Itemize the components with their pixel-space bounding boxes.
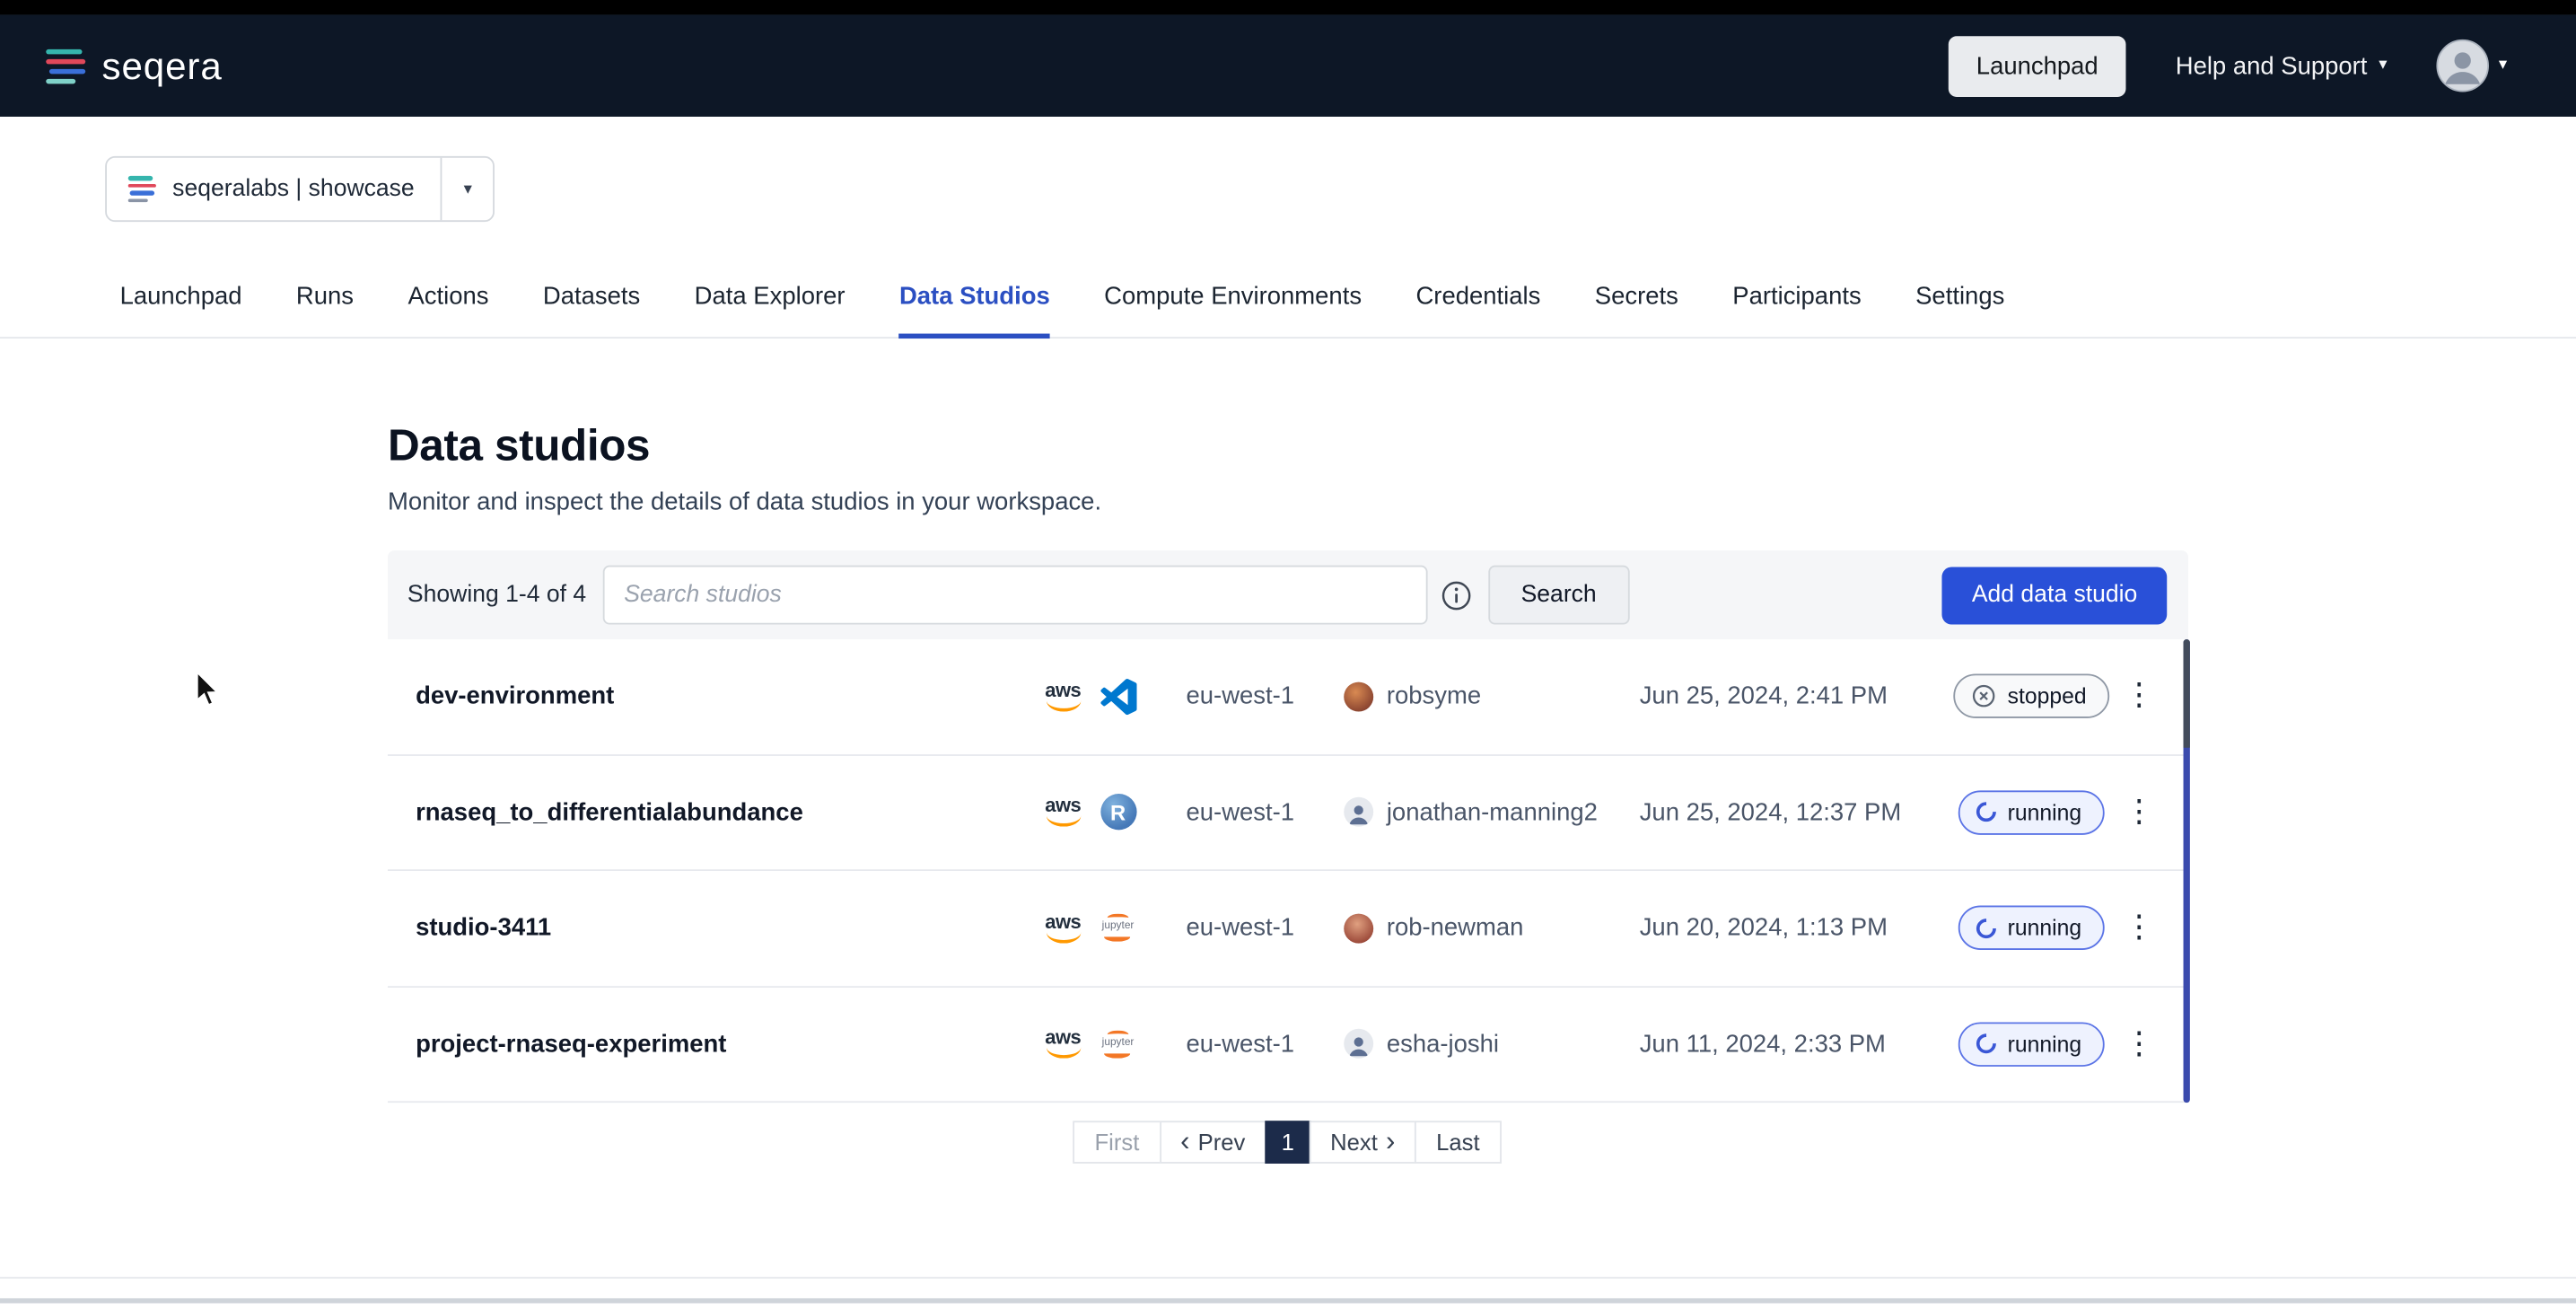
tab-participants[interactable]: Participants <box>1732 283 1861 337</box>
tab-credentials[interactable]: Credentials <box>1415 283 1540 337</box>
pagination-prev[interactable]: ‹Prev <box>1159 1121 1266 1164</box>
pagination-page-1[interactable]: 1 <box>1265 1121 1310 1164</box>
status-badge: running <box>1958 790 2105 834</box>
help-and-support-label: Help and Support <box>2176 52 2368 80</box>
studio-name[interactable]: project-rnaseq-experiment <box>416 1030 1041 1058</box>
row-menu-button[interactable]: ⋮ <box>2117 912 2160 944</box>
user-avatar <box>1344 1029 1373 1059</box>
aws-icon: aws <box>1041 681 1084 711</box>
window-chrome <box>0 0 2576 14</box>
studio-row[interactable]: dev-environment aws eu-west-1 robsyme Ju… <box>388 639 2188 755</box>
studio-name[interactable]: dev-environment <box>416 682 1041 710</box>
workspace-selector[interactable]: seqeralabs | showcase ▾ <box>105 156 495 222</box>
footer-divider <box>0 1277 2576 1310</box>
spinner-icon <box>1972 798 2000 826</box>
tab-runs[interactable]: Runs <box>296 283 354 337</box>
tab-data-explorer[interactable]: Data Explorer <box>695 283 846 337</box>
tab-actions[interactable]: Actions <box>407 283 488 337</box>
tab-compute-environments[interactable]: Compute Environments <box>1104 283 1362 337</box>
username: rob-newman <box>1387 914 1524 942</box>
status-label: running <box>2008 916 2081 940</box>
user-menu[interactable]: ▾ <box>2436 40 2507 92</box>
vscode-icon <box>1100 678 1137 716</box>
brand-name: seqera <box>101 44 222 88</box>
region: eu-west-1 <box>1187 798 1345 826</box>
mouse-cursor <box>196 671 223 718</box>
studio-row[interactable]: studio-3411 aws jupyter eu-west-1 rob-ne… <box>388 871 2188 987</box>
pagination-next[interactable]: Next› <box>1309 1121 1416 1164</box>
search-button[interactable]: Search <box>1488 566 1629 625</box>
studio-name[interactable]: rnaseq_to_differentialabundance <box>416 798 1041 826</box>
aws-icon: aws <box>1041 913 1084 943</box>
chevron-down-icon: ▾ <box>2379 57 2387 74</box>
spinner-icon <box>1972 914 2000 942</box>
row-menu-button[interactable]: ⋮ <box>2117 681 2160 712</box>
created-date: Jun 20, 2024, 1:13 PM <box>1640 914 1945 942</box>
workspace-tabs: Launchpad Runs Actions Datasets Data Exp… <box>0 267 2576 339</box>
page-subtitle: Monitor and inspect the details of data … <box>388 488 2188 516</box>
stopped-icon <box>1971 684 1995 708</box>
created-date: Jun 25, 2024, 2:41 PM <box>1640 682 1945 710</box>
username: robsyme <box>1387 682 1481 710</box>
chevron-left-icon: ‹ <box>1180 1130 1189 1154</box>
add-data-studio-button[interactable]: Add data studio <box>1942 567 2167 624</box>
user-avatar <box>1344 681 1373 711</box>
user-avatar <box>1344 913 1373 943</box>
rstudio-icon: R <box>1100 794 1137 831</box>
jupyter-icon: jupyter <box>1100 910 1137 947</box>
seqera-mark-icon <box>128 176 156 202</box>
created-date: Jun 11, 2024, 2:33 PM <box>1640 1030 1945 1058</box>
studio-row[interactable]: project-rnaseq-experiment aws jupyter eu… <box>388 987 2188 1103</box>
pagination-last[interactable]: Last <box>1415 1121 1501 1164</box>
status-label: running <box>2008 1032 2081 1056</box>
seqera-logo[interactable]: seqera <box>46 44 222 88</box>
workspace-label: seqeralabs | showcase <box>172 176 415 202</box>
aws-icon: aws <box>1041 1029 1084 1059</box>
avatar <box>2436 40 2489 92</box>
tab-launchpad[interactable]: Launchpad <box>120 283 242 337</box>
region: eu-west-1 <box>1187 682 1345 710</box>
scrollbar-thumb[interactable] <box>2184 639 2190 1103</box>
tab-settings[interactable]: Settings <box>1915 283 2004 337</box>
tab-datasets[interactable]: Datasets <box>543 283 640 337</box>
studio-row[interactable]: rnaseq_to_differentialabundance aws R eu… <box>388 755 2188 871</box>
username: jonathan-manning2 <box>1387 798 1598 826</box>
pagination: First ‹Prev 1 Next› Last <box>1075 1121 1502 1164</box>
status-badge: running <box>1958 1022 2105 1066</box>
studio-name[interactable]: studio-3411 <box>416 914 1041 942</box>
created-date: Jun 25, 2024, 12:37 PM <box>1640 798 1945 826</box>
region: eu-west-1 <box>1187 914 1345 942</box>
chevron-right-icon: › <box>1386 1130 1395 1154</box>
info-icon[interactable] <box>1441 579 1472 611</box>
pagination-first[interactable]: First <box>1073 1121 1161 1164</box>
status-label: running <box>2008 800 2081 824</box>
workspace-dropdown-button[interactable]: ▾ <box>441 158 494 221</box>
help-and-support-menu[interactable]: Help and Support ▾ <box>2176 52 2388 80</box>
status-badge: stopped <box>1953 674 2109 718</box>
username: esha-joshi <box>1387 1030 1499 1058</box>
row-menu-button[interactable]: ⋮ <box>2117 1028 2160 1059</box>
search-input[interactable] <box>602 566 1427 625</box>
studios-toolbar: Showing 1-4 of 4 Search Add data studio <box>388 550 2188 639</box>
row-menu-button[interactable]: ⋮ <box>2117 796 2160 828</box>
launchpad-button[interactable]: Launchpad <box>1949 35 2126 96</box>
bottom-edge <box>0 1298 2576 1303</box>
seqera-logo-icon <box>46 48 85 83</box>
user-avatar <box>1344 797 1373 827</box>
status-badge: running <box>1958 906 2105 950</box>
page-title: Data studios <box>388 421 2188 472</box>
region: eu-west-1 <box>1187 1030 1345 1058</box>
aws-icon: aws <box>1041 797 1084 827</box>
jupyter-icon: jupyter <box>1100 1025 1137 1063</box>
spinner-icon <box>1972 1030 2000 1058</box>
status-label: stopped <box>2008 684 2087 708</box>
showing-count: Showing 1-4 of 4 <box>407 582 586 608</box>
top-navbar: seqera Launchpad Help and Support ▾ ▾ <box>0 14 2576 116</box>
studios-table: dev-environment aws eu-west-1 robsyme Ju… <box>388 639 2188 1103</box>
tab-data-studios[interactable]: Data Studios <box>899 283 1050 338</box>
tab-secrets[interactable]: Secrets <box>1595 283 1678 337</box>
chevron-down-icon: ▾ <box>2499 57 2507 74</box>
